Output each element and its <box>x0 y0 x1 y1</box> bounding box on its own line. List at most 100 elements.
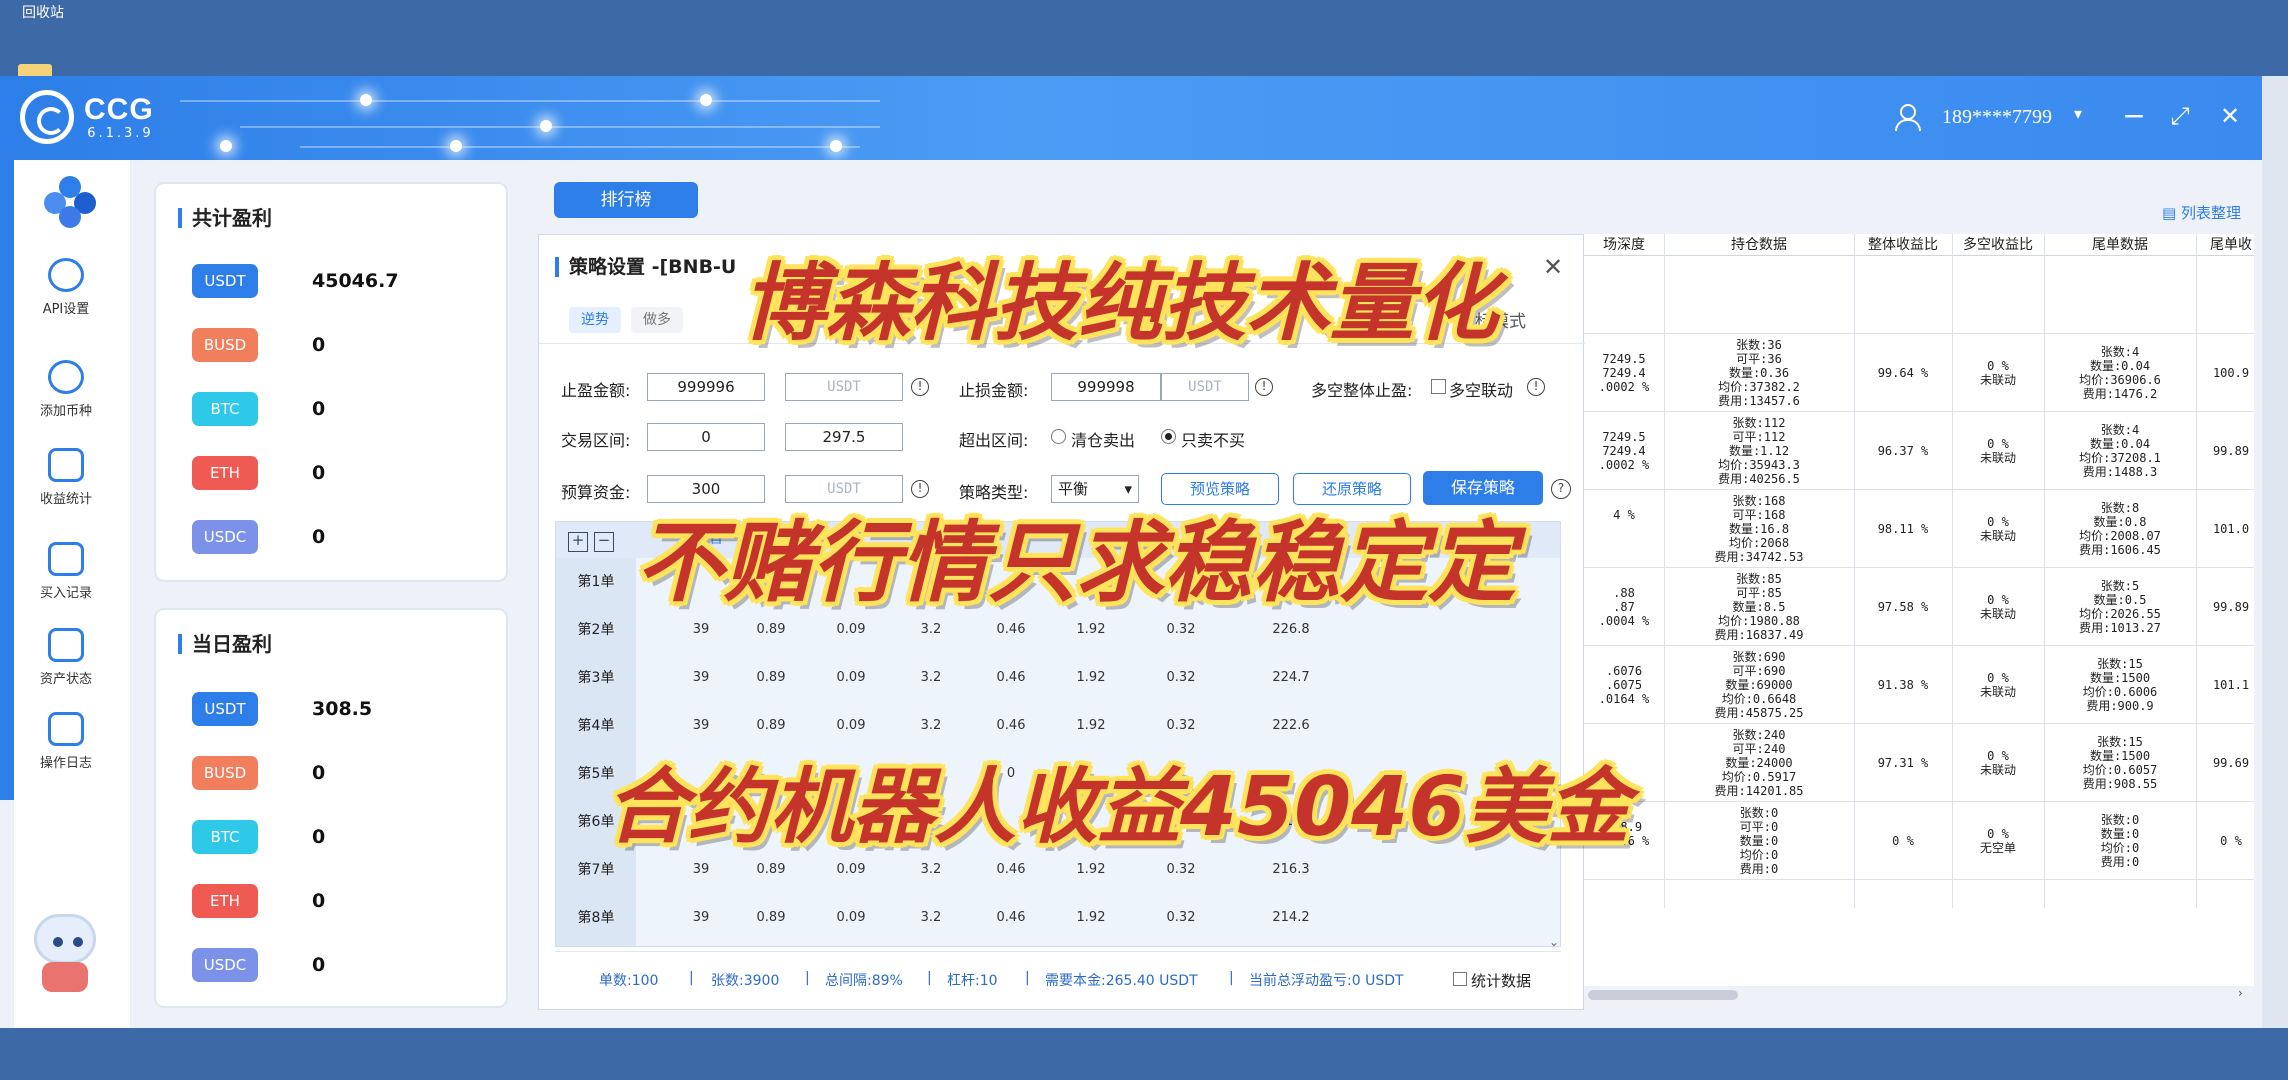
tab-long[interactable]: 做多 <box>631 307 683 333</box>
record-icon <box>48 542 84 576</box>
sell-only-radio[interactable] <box>1161 429 1176 444</box>
table-cell: 0.32 <box>1166 670 1196 685</box>
summary-separator: | <box>927 970 932 986</box>
user-icon[interactable] <box>1894 104 1921 131</box>
sidebar-item-asset-status[interactable]: 资产状态 <box>26 628 106 687</box>
cell-line: 可平:36 <box>1736 352 1782 366</box>
cell-line: 张数:5 <box>2100 579 2140 593</box>
robot-mascot-icon[interactable] <box>24 910 106 996</box>
cell-line: 均价:0 <box>1739 848 1779 862</box>
table-cell-total: 0 % <box>1892 834 1914 848</box>
list-arrange-label: 列表整理 <box>2180 204 2241 222</box>
sidebar-item-buy-records[interactable]: 买入记录 <box>26 542 106 601</box>
stop-loss-label: 止损金额: <box>959 381 1029 400</box>
info-icon[interactable]: ! <box>911 378 929 396</box>
chevron-down-icon[interactable]: ⌄ <box>1549 935 1559 949</box>
cell-line: 数量:0.04 <box>2089 359 2151 373</box>
nav-accent-strip <box>0 160 14 800</box>
user-account[interactable]: 189****7799 <box>1942 106 2052 129</box>
table-cell: 1.92 <box>1076 910 1106 925</box>
cell-line: 可平:85 <box>1736 586 1782 600</box>
long-short-link-checkbox[interactable] <box>1431 379 1446 394</box>
cell-line: .0002 % <box>1598 458 1650 472</box>
table-cell: 0.46 <box>996 670 1026 685</box>
sidebar-item-label: 添加币种 <box>39 404 92 419</box>
table-cell-ls: 0 % 未联动 <box>1952 671 2044 699</box>
range-low-input[interactable]: 0 <box>647 423 765 451</box>
coin-value-busd: 0 <box>312 334 326 356</box>
table-row[interactable]: 第8单 39 0.89 0.09 3.2 0.46 1.92 0.32 214.2 <box>556 894 1560 942</box>
table-cell: 0.89 <box>756 670 786 685</box>
cell-line: 0 % <box>1987 437 2009 451</box>
table-row[interactable]: 4 % 张数:168 可平:168 数量:16.8 均价:2068 费用:34742.53… <box>1584 490 2254 568</box>
coin-value-btc: 0 <box>312 398 326 420</box>
table-row[interactable] <box>1584 256 2254 334</box>
cell-line: 费用:0 <box>2100 855 2140 869</box>
tab-counter-trend[interactable]: 逆势 <box>569 307 621 333</box>
cell-line: 张数:15 <box>2097 657 2143 671</box>
summary-separator: | <box>1229 970 1234 986</box>
table-row[interactable]: .6076.6075.0164 % 张数:690 可平:690 数量:69000 均价:… <box>1584 646 2254 724</box>
info-icon[interactable]: ! <box>1255 378 1273 396</box>
table-row[interactable]: 7249.5 7249.4.0002 % 张数:36 可平:36 数量:0.36 均价:3… <box>1584 334 2254 412</box>
cell-line: 张数:240 <box>1732 728 1786 742</box>
table-cell: 3.2 <box>920 910 942 925</box>
cell-line: 未联动 <box>1979 763 2016 777</box>
cell-line: 数量:24000 <box>1725 756 1793 770</box>
sidebar-item-operation-log[interactable]: 操作日志 <box>26 712 106 771</box>
table-row[interactable]: 7249.5 7249.4.0002 % 张数:112 可平:112 数量:1.12 均价… <box>1584 412 2254 490</box>
cell-line: 无空单 <box>1979 841 2016 855</box>
help-icon[interactable]: ? <box>1551 479 1571 499</box>
collapse-icon[interactable]: − <box>594 532 614 552</box>
cell-line: 0 % <box>1987 749 2009 763</box>
cell-line: 费用:16837.49 <box>1714 628 1804 642</box>
table-cell-total: 91.38 % <box>1877 678 1929 692</box>
table-row[interactable]: .88.87.0004 % 张数:85 可平:85 数量:8.5 均价:1980.88 费… <box>1584 568 2254 646</box>
coin-badge-usdc: USDC <box>192 948 258 982</box>
leaderboard-button[interactable]: 排行榜 <box>554 182 698 218</box>
stop-loss-input[interactable]: 999998 <box>1051 373 1161 401</box>
cell-line: 7249.5 <box>1602 352 1646 366</box>
log-icon <box>48 712 84 746</box>
table-cell-depth: .88.87.0004 % <box>1584 586 1664 628</box>
table-cell: 214.2 <box>1272 910 1310 925</box>
table-cell-depth: 7249.5 7249.4.0002 % <box>1584 352 1664 394</box>
cell-line: 可平:690 <box>1732 664 1786 678</box>
range-high-input[interactable]: 297.5 <box>785 423 903 451</box>
table-row[interactable]: 张数:240 可平:240 数量:24000 均价:0.5917 费用:14201.85… <box>1584 724 2254 802</box>
summary-floating-pnl: 当前总浮动盈亏:0 USDT <box>1249 973 1404 989</box>
cell-line: 可平:168 <box>1732 508 1786 522</box>
table-row[interactable]: 228.9.0436 % 张数:0 可平:0 数量:0 均价:0 费用:0 0 % 0 % 无空… <box>1584 802 2254 880</box>
table-row[interactable]: 第3单 39 0.89 0.09 3.2 0.46 1.92 0.32 224.7 <box>556 654 1560 702</box>
info-icon[interactable]: ! <box>1527 378 1545 396</box>
sell-only-label: 只卖不买 <box>1181 431 1246 450</box>
recycle-bin-label[interactable]: 回收站 <box>22 2 64 22</box>
minimize-button[interactable]: − <box>2116 98 2152 134</box>
list-arrange-link[interactable]: ▤ 列表整理 <box>2162 202 2241 223</box>
desktop-background <box>0 0 2288 76</box>
sidebar-item-profit-stats[interactable]: 收益统计 <box>26 448 106 507</box>
cell-line: 数量:1500 <box>2089 671 2151 685</box>
summary-separator: | <box>689 970 694 986</box>
sidebar-item-api[interactable]: API设置 <box>26 258 106 317</box>
horizontal-scrollbar[interactable]: › <box>1584 986 2254 1004</box>
cell-line: 均价:0.6648 <box>1721 692 1797 706</box>
table-cell: 224.7 <box>1272 670 1310 685</box>
coin-value-btc: 0 <box>312 826 326 848</box>
clear-sell-radio[interactable] <box>1051 429 1066 444</box>
table-cell-ls: 0 % 未联动 <box>1952 515 2044 543</box>
table-cell-tailr: 101.1 <box>2212 678 2250 692</box>
add-coin-icon <box>48 360 84 394</box>
expand-icon[interactable]: + <box>568 532 588 552</box>
close-icon[interactable]: ✕ <box>1543 253 1563 281</box>
maximize-button[interactable]: ⤢ <box>2162 98 2198 134</box>
cell-line: 未联动 <box>1979 529 2016 543</box>
chevron-down-icon[interactable]: ▾ <box>2074 104 2082 123</box>
cell-line: 张数:4 <box>2100 345 2140 359</box>
cell-line: 费用:45875.25 <box>1714 706 1804 720</box>
stats-checkbox[interactable] <box>1453 972 1467 986</box>
take-profit-input[interactable]: 999996 <box>647 373 765 401</box>
sidebar-item-add-coin[interactable]: 添加币种 <box>26 360 106 419</box>
close-button[interactable]: ✕ <box>2212 98 2248 134</box>
ccg-logo-icon <box>20 90 74 144</box>
